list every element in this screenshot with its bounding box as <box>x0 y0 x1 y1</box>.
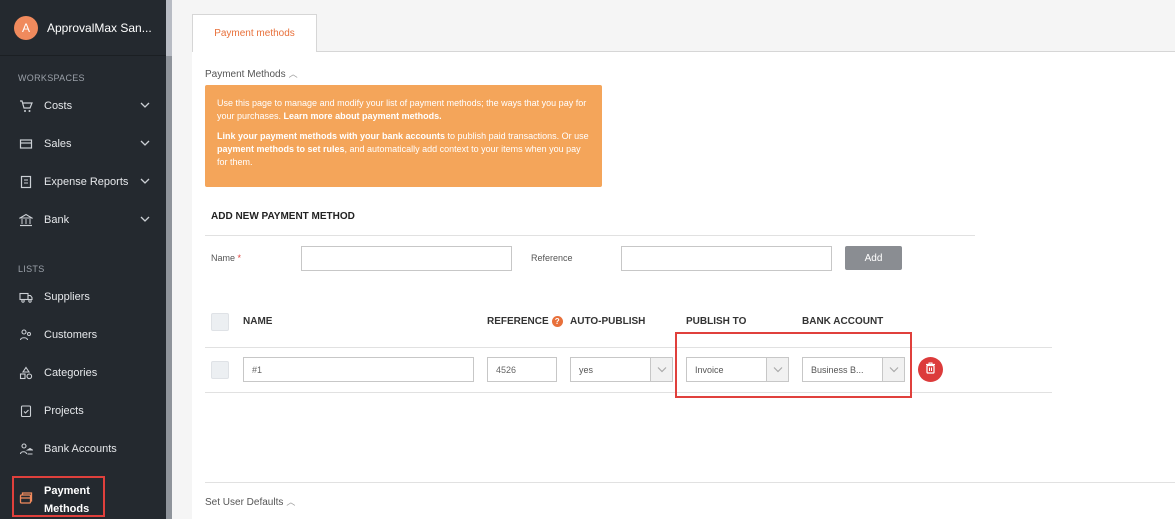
section-title: Set User Defaults <box>205 497 284 508</box>
sidebar-item-label: Categories <box>44 367 98 379</box>
chevron-down-icon <box>140 138 150 150</box>
column-header-bank-account: BANK ACCOUNT <box>802 316 884 327</box>
receipt-icon <box>18 174 34 190</box>
tab-payment-methods[interactable]: Payment methods <box>192 14 317 52</box>
sidebar: A ApprovalMax San... WORKSPACES Costs Sa… <box>0 0 166 519</box>
sidebar-item-label: Bank <box>44 214 70 226</box>
sidebar-item-label: Suppliers <box>44 291 90 303</box>
highlight-box-sidebar <box>12 476 105 517</box>
select-value: yes <box>579 364 594 375</box>
payment-methods-panel: Payment Methods ︿ Use this page to manage… <box>192 51 1175 519</box>
row-name-input[interactable]: #1 <box>243 357 474 382</box>
sidebar-item-label: Expense Reports <box>44 176 129 188</box>
lists-section-title: LISTS <box>18 264 45 274</box>
main-content: Payment methods Payment Methods ︿ Use thi… <box>172 0 1175 519</box>
add-button[interactable]: Add <box>845 246 902 270</box>
row-reference-input[interactable]: 4526 <box>487 357 557 382</box>
categories-icon <box>18 365 34 381</box>
sidebar-item-bank[interactable]: Bank <box>0 204 166 236</box>
customers-icon <box>18 327 34 343</box>
divider <box>205 235 975 236</box>
sidebar-item-categories[interactable]: Categories <box>0 357 166 389</box>
info-text-2: to publish paid transactions. Or use <box>445 131 589 141</box>
name-input[interactable] <box>301 246 512 271</box>
chevron-down-icon <box>650 358 672 381</box>
sidebar-item-projects[interactable]: Projects <box>0 395 166 427</box>
add-payment-method-title: ADD NEW PAYMENT METHOD <box>211 211 355 222</box>
column-header-name: NAME <box>243 316 273 327</box>
set-rules-link[interactable]: payment methods to set rules <box>217 144 345 154</box>
divider <box>205 392 1052 393</box>
reference-input[interactable] <box>621 246 832 271</box>
delete-row-button[interactable] <box>918 357 943 382</box>
name-label-text: Name <box>211 253 236 263</box>
name-label: Name * <box>211 253 241 263</box>
sidebar-item-label: Bank Accounts <box>44 443 117 455</box>
org-switcher[interactable]: A ApprovalMax San... <box>0 0 166 56</box>
row-auto-publish-select[interactable]: yes <box>570 357 673 382</box>
column-header-publish-to: PUBLISH TO <box>686 316 747 327</box>
help-icon[interactable]: ? <box>551 316 563 327</box>
chevron-down-icon <box>140 100 150 112</box>
info-paragraph-2: Link your payment methods with your bank… <box>217 130 590 169</box>
sidebar-item-expense-reports[interactable]: Expense Reports <box>0 166 166 198</box>
highlight-box-publish-bank <box>675 332 912 398</box>
info-paragraph-1: Use this page to manage and modify your … <box>217 97 590 123</box>
section-toggle-payment-methods[interactable]: Payment Methods ︿ <box>205 67 298 80</box>
section-title: Payment Methods <box>205 69 286 80</box>
required-mark: * <box>237 253 242 263</box>
trash-icon <box>925 361 936 379</box>
info-banner: Use this page to manage and modify your … <box>205 85 602 187</box>
sidebar-item-label: Sales <box>44 138 72 150</box>
bank-icon <box>18 212 34 228</box>
sidebar-item-costs[interactable]: Costs <box>0 90 166 122</box>
cart-icon <box>18 98 34 114</box>
workspaces-section-title: WORKSPACES <box>18 73 85 83</box>
learn-more-link[interactable]: Learn more about payment methods. <box>284 111 442 121</box>
column-header-auto-publish: AUTO-PUBLISH <box>570 316 646 327</box>
select-all-checkbox[interactable] <box>211 313 229 331</box>
chevron-up-icon: ︿ <box>286 497 296 507</box>
row-checkbox[interactable] <box>211 361 229 379</box>
chevron-down-icon <box>140 176 150 188</box>
section-toggle-user-defaults[interactable]: Set User Defaults ︿ <box>205 495 295 508</box>
divider <box>205 482 1175 483</box>
projects-icon <box>18 403 34 419</box>
sidebar-item-label: Customers <box>44 329 98 341</box>
sidebar-item-bank-accounts[interactable]: Bank Accounts <box>0 433 166 465</box>
org-name: ApprovalMax San... <box>47 20 152 35</box>
divider <box>205 347 1052 348</box>
chevron-up-icon: ︿ <box>288 69 298 79</box>
sidebar-item-label: Costs <box>44 100 73 112</box>
chevron-down-icon <box>140 214 150 226</box>
wallet-icon <box>18 136 34 152</box>
truck-icon <box>18 289 34 305</box>
sidebar-item-customers[interactable]: Customers <box>0 319 166 351</box>
sidebar-item-suppliers[interactable]: Suppliers <box>0 281 166 313</box>
sidebar-item-label: Projects <box>44 405 84 417</box>
link-bank-accounts-link[interactable]: Link your payment methods with your bank… <box>217 131 445 141</box>
bank-accounts-icon <box>18 441 34 457</box>
reference-label: Reference <box>531 253 573 263</box>
sidebar-item-sales[interactable]: Sales <box>0 128 166 160</box>
org-avatar: A <box>14 15 38 40</box>
column-header-reference: REFERENCE? <box>487 316 563 327</box>
column-header-reference-label: REFERENCE <box>487 316 549 328</box>
